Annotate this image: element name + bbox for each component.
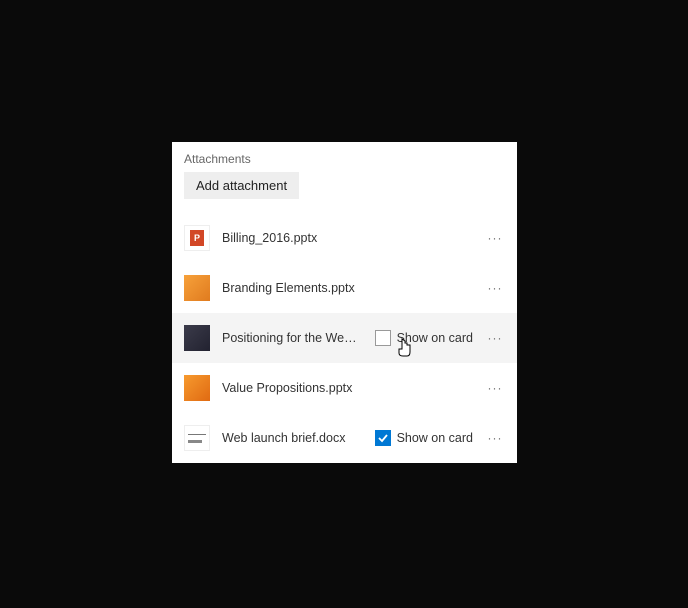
- attachment-row[interactable]: Web launch brief.docx Show on card ···: [172, 413, 517, 463]
- more-options-button[interactable]: ···: [485, 431, 505, 445]
- show-on-card-checkbox[interactable]: [375, 430, 391, 446]
- show-on-card-label: Show on card: [397, 331, 473, 345]
- attachment-row[interactable]: Branding Elements.pptx ···: [172, 263, 517, 313]
- filename-label: Value Propositions.pptx: [222, 381, 473, 395]
- filename-label: Branding Elements.pptx: [222, 281, 473, 295]
- filename-label: Web launch brief.docx: [222, 431, 363, 445]
- more-options-button[interactable]: ···: [485, 231, 505, 245]
- show-on-card-checkbox[interactable]: [375, 330, 391, 346]
- panel-title: Attachments: [184, 152, 505, 172]
- filename-label: Billing_2016.pptx: [222, 231, 473, 245]
- add-attachment-button[interactable]: Add attachment: [184, 172, 299, 199]
- show-on-card-toggle[interactable]: Show on card: [375, 430, 473, 446]
- file-thumbnail: [184, 275, 210, 301]
- file-thumbnail: [184, 425, 210, 451]
- panel-header: Attachments Add attachment: [172, 142, 517, 203]
- attachment-row[interactable]: P Billing_2016.pptx ···: [172, 213, 517, 263]
- show-on-card-label: Show on card: [397, 431, 473, 445]
- file-thumbnail: P: [184, 225, 210, 251]
- attachment-list: PBilling_2016.pptx···Branding Elements.p…: [172, 203, 517, 463]
- file-thumbnail: [184, 375, 210, 401]
- more-options-button[interactable]: ···: [485, 281, 505, 295]
- attachment-row[interactable]: Positioning for the Web.pptx Show on card…: [172, 313, 517, 363]
- attachments-panel: Attachments Add attachment P Billing_2016…: [172, 142, 517, 463]
- filename-label: Positioning for the Web.pptx: [222, 331, 363, 345]
- more-options-button[interactable]: ···: [485, 381, 505, 395]
- file-thumbnail: [184, 325, 210, 351]
- show-on-card-toggle[interactable]: Show on card: [375, 330, 473, 346]
- attachment-row[interactable]: Value Propositions.pptx ···: [172, 363, 517, 413]
- more-options-button[interactable]: ···: [485, 331, 505, 345]
